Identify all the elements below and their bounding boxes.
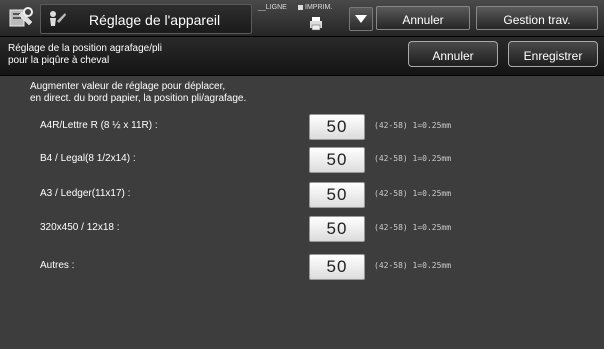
range-hint: (42-58) 1=0.25mm (374, 189, 452, 198)
range-hint: (42-58) 1=0.25mm (374, 121, 452, 130)
setting-row-other: Autres : 50 (42-58) 1=0.25mm (0, 254, 604, 280)
top-bar: Réglage de l'appareil __LIGNE IMPRIM. An… (0, 0, 604, 37)
range-hint: (42-58) 1=0.25mm (374, 223, 452, 232)
value-field[interactable]: 50 (309, 216, 365, 242)
range-hint: (42-58) 1=0.25mm (374, 154, 452, 163)
setting-label: A4R/Lettre R (8 ½ x 11R) : (40, 120, 158, 131)
value-field[interactable]: 50 (309, 147, 365, 173)
device-screen: Réglage de l'appareil __LIGNE IMPRIM. An… (0, 0, 604, 349)
setting-label: A3 / Ledger(11x17) : (40, 188, 131, 199)
header-cancel-button[interactable]: Annuler (376, 6, 470, 30)
page-title: Réglage de la position agrafage/pli pour… (8, 43, 162, 66)
screen-title-block: Réglage de l'appareil (40, 4, 252, 34)
setting-row-320x450: 320x450 / 12x18 : 50 (42-58) 1=0.25mm (0, 216, 604, 242)
screen-title: Réglage de l'appareil (89, 12, 221, 28)
setting-row-a4r: A4R/Lettre R (8 ½ x 11R) : 50 (42-58) 1=… (0, 114, 604, 140)
settings-tools-icon[interactable] (8, 6, 34, 30)
setting-row-b4: B4 / Legal(8 1/2x14) : 50 (42-58) 1=0.25… (0, 147, 604, 173)
print-status: IMPRIM. (298, 4, 332, 11)
line-status: __LIGNE (258, 4, 287, 11)
maintenance-icon (50, 11, 66, 26)
settings-panel: Augmenter valeur de réglage pour déplace… (0, 76, 604, 349)
instruction-text: Augmenter valeur de réglage pour déplace… (30, 81, 247, 104)
range-hint: (42-58) 1=0.25mm (374, 261, 452, 270)
chevron-down-icon (355, 15, 367, 23)
setting-label: 320x450 / 12x18 : (40, 222, 120, 233)
setting-row-a3: A3 / Ledger(11x17) : 50 (42-58) 1=0.25mm (0, 182, 604, 208)
setting-label: Autres : (40, 260, 75, 271)
status-dropdown-button[interactable] (349, 7, 373, 31)
job-status-button[interactable]: Gestion trav. (476, 6, 598, 30)
save-button[interactable]: Enregistrer (508, 41, 598, 67)
value-field[interactable]: 50 (309, 254, 365, 280)
cancel-button[interactable]: Annuler (408, 41, 498, 67)
value-field[interactable]: 50 (309, 182, 365, 208)
setting-label: B4 / Legal(8 1/2x14) : (40, 153, 136, 164)
printer-icon (310, 17, 322, 31)
value-field[interactable]: 50 (309, 114, 365, 140)
sub-header: Réglage de la position agrafage/pli pour… (0, 37, 604, 76)
